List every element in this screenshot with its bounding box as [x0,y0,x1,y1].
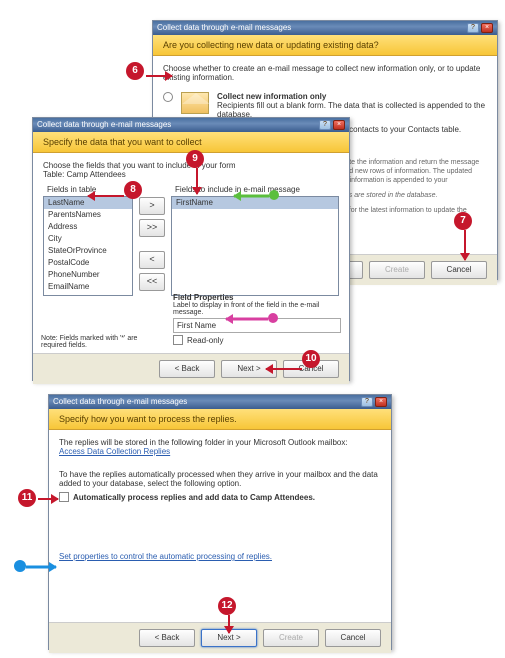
label-input[interactable] [173,318,341,333]
callout-magenta-dot [268,313,278,323]
list-item[interactable]: FirstName [172,197,338,209]
wizard-heading: Specify how you want to process the repl… [49,409,391,430]
set-properties-link[interactable]: Set properties to control the automatic … [59,552,381,561]
callout-7: 7 [454,212,472,230]
callout-6-arrow: .arrow-right-red::before{width:100%;} [146,71,172,81]
window-title: Collect data through e-mail messages [37,119,171,131]
callout-10-arrow [266,368,302,370]
callout-9-arrow [192,168,202,194]
field-props-label: Label to display in front of the field i… [173,302,341,316]
titlebar[interactable]: Collect data through e-mail messages ? × [153,21,497,35]
help-button[interactable]: ? [467,23,479,33]
list-item[interactable]: Address [44,221,132,233]
cancel-button[interactable]: Cancel [325,629,381,647]
remove-field-button[interactable]: < [139,251,165,269]
cancel-button[interactable]: Cancel [431,261,487,279]
auto-process-checkbox[interactable] [59,492,69,502]
remove-all-button[interactable]: << [139,273,165,291]
list-item[interactable]: PhoneNumber [44,269,132,281]
fields-in-email-list[interactable]: FirstName [171,196,339,296]
readonly-label: Read-only [187,336,223,345]
table-label: Table: Camp Attendees [43,170,339,179]
list-item[interactable]: StateOrProvince [44,245,132,257]
list-item[interactable]: MailingListID [44,293,132,296]
callout-8-arrow [88,195,124,197]
callout-11: 11 [18,489,36,507]
callout-magenta-arrow [226,317,268,320]
close-button[interactable]: × [481,23,493,33]
callout-9: 9 [186,150,204,168]
close-button[interactable]: × [375,397,387,407]
footer-buttons: < Back Next > Create Cancel [49,622,391,653]
help-button[interactable]: ? [361,397,373,407]
back-button[interactable]: < Back [159,360,215,378]
list-item[interactable]: ParentsNames [44,209,132,221]
field-props-heading: Field Properties [173,293,341,302]
replies-folder-link[interactable]: Access Data Collection Replies [59,447,381,456]
callout-green-arrow [234,194,269,197]
add-field-button[interactable]: > [139,197,165,215]
auto-process-text: To have the replies automatically proces… [59,470,381,488]
titlebar[interactable]: Collect data through e-mail messages ? × [49,395,391,409]
help-button[interactable]: ? [319,120,331,130]
readonly-checkbox[interactable] [173,335,183,345]
add-all-button[interactable]: >> [139,219,165,237]
list-item[interactable]: EmailName [44,281,132,293]
option-title: Collect new information only [217,92,487,101]
auto-process-label: Automatically process replies and add da… [73,493,315,502]
create-button[interactable]: Create [369,261,425,279]
titlebar[interactable]: Collect data through e-mail messages ? × [33,118,349,132]
window-title: Collect data through e-mail messages [157,22,291,34]
callout-blue-dot [14,560,26,572]
envelope-icon [181,92,209,114]
back-button[interactable]: < Back [139,629,195,647]
intro-text: Choose whether to create an e-mail messa… [163,64,487,82]
window-title: Collect data through e-mail messages [53,396,187,408]
callout-11-arrow [38,498,58,500]
wizard-heading: Are you collecting new data or updating … [153,35,497,56]
radio-collect-new[interactable] [163,92,173,102]
callout-8: 8 [124,181,142,199]
callout-blue-arrow [26,565,56,568]
fields-in-table-list[interactable]: LastName ParentsNames Address City State… [43,196,133,296]
callout-10: 10 [302,350,320,368]
callout-7-arrow [460,230,470,260]
close-button[interactable]: × [333,120,345,130]
create-button[interactable]: Create [263,629,319,647]
callout-12-arrow [224,615,234,633]
callout-6: 6 [126,62,144,80]
callout-12: 12 [218,597,236,615]
list-item[interactable]: PostalCode [44,257,132,269]
callout-green-dot [269,190,279,200]
note-text: Note: Fields marked with '*' are require… [41,335,141,349]
storage-text: The replies will be stored in the follow… [59,438,381,447]
list-item[interactable]: City [44,233,132,245]
